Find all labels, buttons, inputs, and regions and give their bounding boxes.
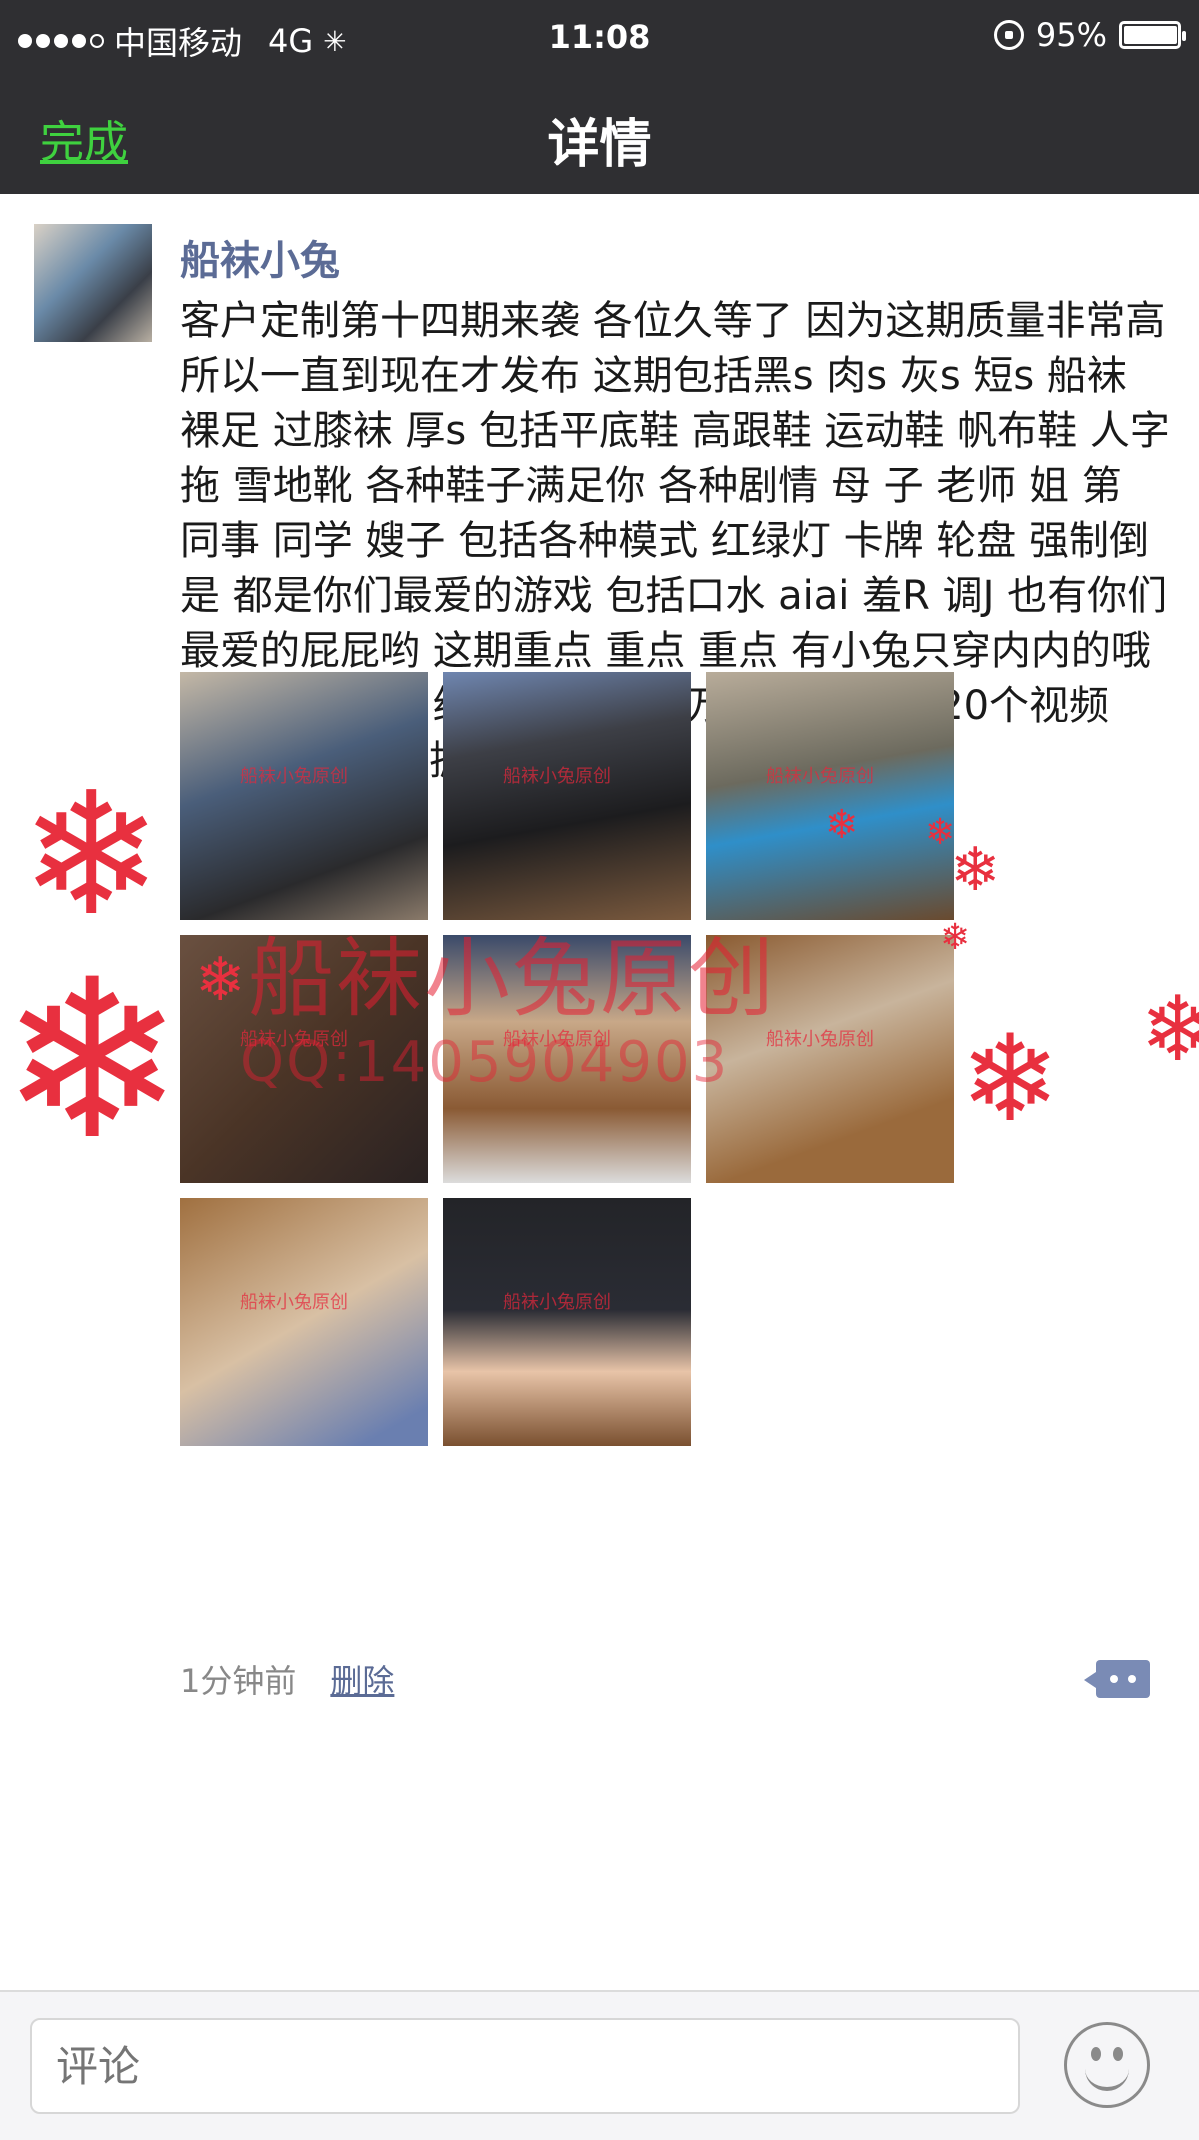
watermark-title: 船袜小兔原创 [248, 929, 776, 1029]
image-watermark: 船袜小兔原创 [766, 1029, 874, 1050]
post-image-8[interactable]: 船袜小兔原创 [443, 1198, 691, 1446]
rotation-lock-icon [993, 20, 1024, 50]
post-image-1[interactable]: 船袜小兔原创 [180, 672, 428, 920]
snowflake-icon: ❄ [20, 756, 163, 954]
image-watermark: 船袜小兔原创 [503, 1292, 611, 1313]
snowflake-icon: ❄ [0, 932, 185, 1188]
post-image-2[interactable]: 船袜小兔原创 [443, 672, 691, 920]
emoji-icon[interactable] [1064, 2022, 1150, 2108]
nav-bar: 完成 详情 [0, 80, 1199, 194]
page-title: 详情 [547, 115, 652, 175]
battery-percent: 95% [1035, 16, 1107, 54]
post-meta: 1分钟前 删除 [180, 1656, 394, 1702]
author-name[interactable]: 船袜小兔 [180, 228, 340, 286]
snowflake-icon: ❄ [195, 945, 246, 1015]
status-bar: 中国移动 4G ✳ 11:08 95% [0, 0, 1199, 78]
snowflake-icon: ❄ [960, 1010, 1061, 1149]
snowflake-icon: ❄ [940, 917, 971, 958]
comment-input[interactable] [30, 2018, 1020, 2114]
post-image-3[interactable]: 船袜小兔原创 [706, 672, 954, 920]
image-watermark: 船袜小兔原创 [503, 766, 611, 787]
post-image-7[interactable]: 船袜小兔原创 [180, 1198, 428, 1446]
avatar[interactable] [34, 224, 152, 342]
snowflake-icon: ❄ [825, 802, 859, 848]
comment-action-icon[interactable] [1084, 1660, 1150, 1698]
watermark-qq: QQ:1405904903 [240, 1030, 730, 1095]
delete-button[interactable]: 删除 [330, 1656, 394, 1702]
snowflake-icon: ❄ [1140, 977, 1199, 1082]
image-watermark: 船袜小兔原创 [240, 1292, 348, 1313]
image-watermark: 船袜小兔原创 [240, 766, 348, 787]
status-right: 95% [993, 16, 1186, 54]
post-time: 1分钟前 [180, 1662, 297, 1700]
image-watermark: 船袜小兔原创 [766, 766, 874, 787]
comment-bar [0, 1990, 1199, 2140]
snowflake-icon: ❄ [950, 835, 1001, 905]
battery-icon [1119, 21, 1186, 49]
